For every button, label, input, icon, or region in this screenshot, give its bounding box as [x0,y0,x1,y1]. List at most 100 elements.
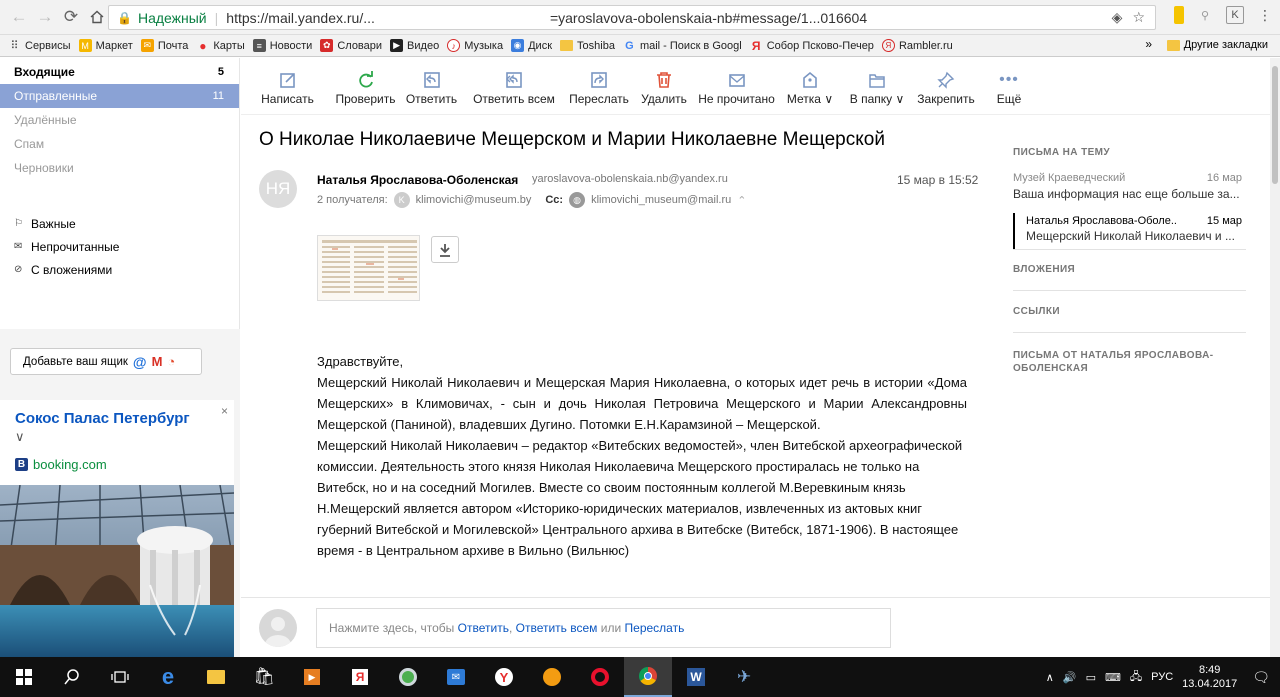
ad-title[interactable]: Сокос Палас Петербург ∨ [15,410,195,446]
bookmark-flag-icon[interactable] [1174,6,1184,24]
k-extension-icon[interactable]: K [1226,6,1244,24]
filter-unread[interactable]: ✉ Непрочитанные [0,235,239,258]
network-icon[interactable]: 🖧 [1130,668,1142,687]
eye-icon[interactable]: ◈ [1112,9,1123,26]
add-mailbox-button[interactable]: Добавьте ваш ящик @ M ◔ [10,348,202,375]
scrollbar-thumb[interactable] [1272,66,1278,184]
bookmark-disk[interactable]: ◉ Диск [511,39,552,52]
menu-icon[interactable]: ⋮ [1256,6,1274,24]
reply-link[interactable]: Ответить [458,621,509,635]
pin-button[interactable]: Закрепить [913,58,979,114]
download-button[interactable] [431,236,459,263]
ad-source[interactable]: B booking.com [15,457,107,472]
folder-count: 11 [212,90,224,102]
bookmark-toshiba[interactable]: Toshiba [560,40,615,52]
back-icon[interactable]: ← [6,4,32,30]
flag-icon: ⚐ [14,218,23,229]
bookmark-music[interactable]: ♪ Музыка [447,39,503,52]
windows-start-icon[interactable] [0,657,48,697]
label-button[interactable]: Метка ∨ [779,58,841,114]
reply-all-link[interactable]: Ответить всем [516,621,598,635]
move-to-folder-button[interactable]: В папку ∨ [841,58,913,114]
attachments-heading[interactable]: Вложения [1013,264,1246,275]
bookmark-video[interactable]: ▶ Видео [390,39,439,52]
close-icon[interactable]: × [221,404,228,418]
app-icon-green[interactable] [384,657,432,697]
chevron-up-icon[interactable]: ⌃ [737,194,746,207]
url-separator: | [214,9,219,26]
greeting: Здравствуйте, [317,354,404,369]
yandex-icon[interactable]: Y [480,657,528,697]
url-text: https://mail.yandex.ru/... =yaroslavova-… [226,9,868,26]
volume-icon[interactable]: 🔊 [1063,671,1077,684]
word-icon[interactable]: W [672,657,720,697]
attachment-thumbnail[interactable] [317,235,420,301]
bookmark-maps[interactable]: ● Карты [196,39,244,53]
file-explorer-icon[interactable] [192,657,240,697]
links-heading[interactable]: Ссылки [1013,306,1246,317]
store-icon[interactable]: 🛍 [240,657,288,697]
filter-attachments[interactable]: ⊘ С вложениями [0,258,239,281]
sender-email[interactable]: yaroslavova-obolenskaia.nb@yandex.ru [532,173,728,185]
thread-item[interactable]: Музей Краеведческий 16 мар Ваша информац… [1013,172,1246,212]
reply-button[interactable]: Ответить [399,58,464,114]
check-button[interactable]: Проверить [332,58,399,114]
bookmark-mail[interactable]: ✉ Почта [140,39,188,52]
chevron-up-icon[interactable]: ∧ [1046,671,1054,684]
scrollbar[interactable] [1270,58,1280,657]
recipient-email[interactable]: klimovichi@museum.by [416,194,532,206]
home-icon[interactable] [84,4,110,30]
more-button[interactable]: ••• Ещё [979,58,1039,114]
bookmark-sobor[interactable]: Я Собор Псково-Печер [750,39,874,53]
delete-button[interactable]: Удалить [634,58,694,114]
app-icon-orange[interactable] [528,657,576,697]
task-view-icon[interactable] [96,657,144,697]
bookmark-services[interactable]: ⠿ Сервисы [8,39,70,53]
language-indicator[interactable]: РУС [1151,671,1173,683]
opera-icon[interactable] [576,657,624,697]
search-icon[interactable] [48,657,96,697]
folder-deleted[interactable]: Удалённые [0,108,239,132]
edge-icon[interactable]: e [144,657,192,697]
bookmark-market[interactable]: M Маркет [78,39,133,52]
thread-item-current[interactable]: Наталья Ярославова-Оболе.. 15 мар Мещерс… [1013,213,1246,249]
compose-button[interactable]: Написать [241,58,334,114]
battery-icon[interactable]: ▭ [1086,671,1096,684]
advertisement[interactable]: Сокос Палас Петербург ∨ × B booking.com [0,400,234,657]
chrome-icon[interactable] [624,657,672,697]
forward-link[interactable]: Переслать [625,621,685,635]
from-sender-heading[interactable]: Письма от Наталья Ярославова-Оболенская [1013,349,1246,375]
keyboard-icon[interactable]: ⌨ [1105,671,1121,684]
star-icon[interactable]: ☆ [1132,9,1145,26]
bookmark-news[interactable]: ≡ Новости [252,39,312,52]
notifications-icon[interactable]: 🗨 [1252,669,1270,686]
extension-icon[interactable]: ⚲ [1196,6,1214,24]
reload-icon[interactable]: ⟳ [58,4,84,30]
mark-unread-button[interactable]: Не прочитано [694,58,779,114]
filter-important[interactable]: ⚐ Важные [0,212,239,235]
bookmark-rambler[interactable]: Я Rambler.ru [881,39,953,52]
reply-all-icon [505,70,523,89]
clock[interactable]: 8:49 13.04.2017 [1182,663,1237,691]
forward-button[interactable]: Переслать [564,58,634,114]
address-bar[interactable]: 🔒 Надежный | https://mail.yandex.ru/... … [108,5,1156,30]
folder-drafts[interactable]: Черновики [0,156,239,180]
mail-app-icon[interactable]: ✉ [432,657,480,697]
avatar[interactable]: НЯ [259,170,297,208]
reply-all-button[interactable]: Ответить всем [464,58,564,114]
other-bookmarks[interactable]: Другие закладки [1166,39,1268,51]
bookmark-google-search[interactable]: G mail - Поиск в Googl [623,39,742,52]
sender-name[interactable]: Наталья Ярославова-Оболенская [317,173,518,187]
folder-inbox[interactable]: Входящие 5 [0,60,239,84]
bookmarks-more-button[interactable]: » [1145,37,1152,51]
quick-reply-input[interactable]: Нажмите здесь, чтобы Ответить, Ответить … [316,608,891,648]
app-icon-tools[interactable]: ✈ [720,657,768,697]
bookmark-dictionaries[interactable]: ✿ Словари [320,39,382,52]
media-player-icon[interactable]: ▶ [288,657,336,697]
forward-icon[interactable]: → [32,4,58,30]
ad-image[interactable] [0,485,234,657]
folder-spam[interactable]: Спам [0,132,239,156]
folder-sent[interactable]: Отправленные 11 [0,84,239,108]
yandex-browser-icon[interactable]: Я [336,657,384,697]
cc-email[interactable]: klimovichi_museum@mail.ru [591,194,731,206]
